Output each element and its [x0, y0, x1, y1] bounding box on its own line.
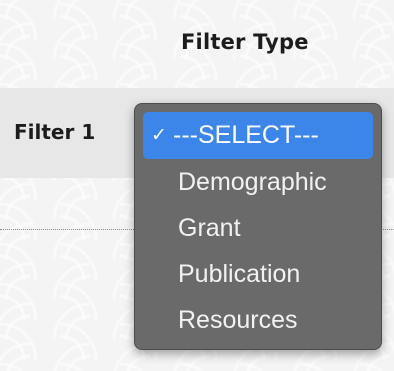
- table-header: Filter Type: [0, 0, 394, 88]
- dropdown-option-grant[interactable]: Grant: [143, 205, 373, 251]
- filter-type-dropdown-menu[interactable]: ✓ ---SELECT--- Demographic Grant Publica…: [134, 103, 382, 350]
- dropdown-option-label: Grant: [178, 214, 241, 242]
- dropdown-option-label: Resources: [178, 306, 298, 334]
- dropdown-option-publication[interactable]: Publication: [143, 251, 373, 297]
- dropdown-option-resources[interactable]: Resources: [143, 297, 373, 343]
- dropdown-option-label: Publication: [178, 260, 301, 288]
- column-header-filter-type: Filter Type: [181, 30, 309, 54]
- dropdown-option-label: ---SELECT---: [173, 121, 319, 149]
- checkmark-icon: ✓: [151, 124, 167, 146]
- dropdown-option-demographic[interactable]: Demographic: [143, 159, 373, 205]
- dropdown-option-label: Demographic: [178, 168, 327, 196]
- dropdown-option-select[interactable]: ✓ ---SELECT---: [143, 112, 373, 159]
- filter-row-label: Filter 1: [14, 120, 96, 144]
